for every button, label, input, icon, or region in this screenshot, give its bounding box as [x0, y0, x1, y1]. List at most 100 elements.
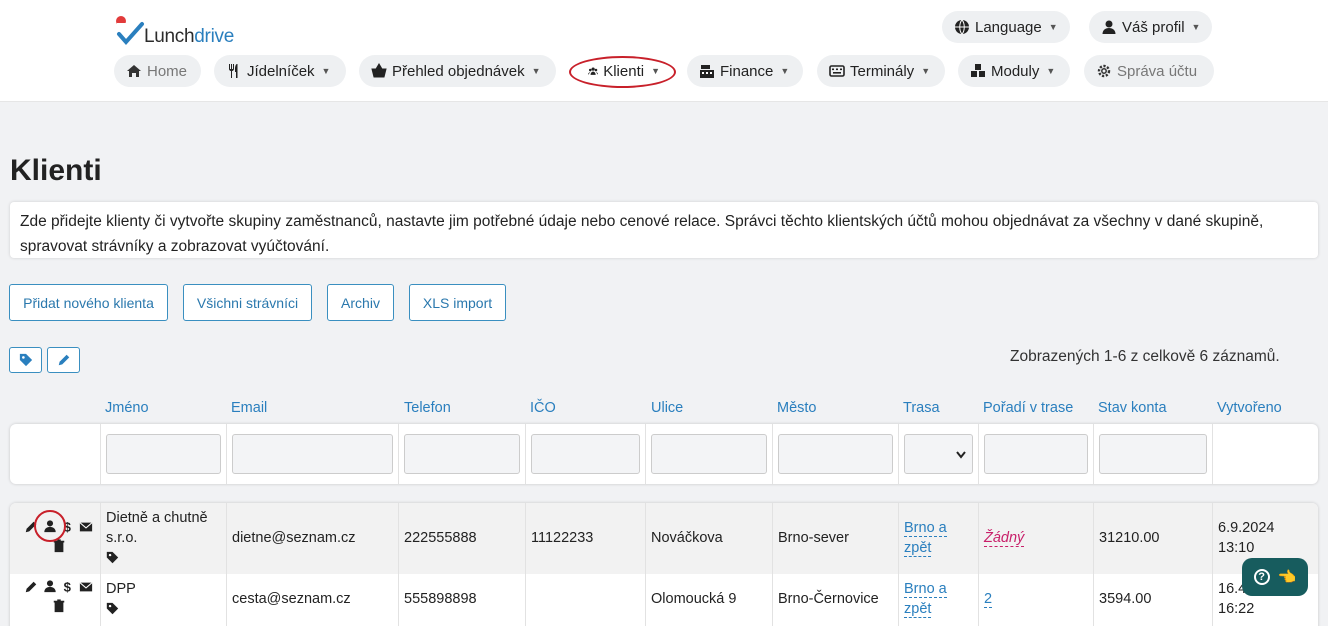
filter-phone-input[interactable]: [404, 434, 520, 474]
client-balance: 3594.00: [1099, 591, 1152, 607]
lunchdrive-logo[interactable]: Lunchdrive: [114, 14, 244, 48]
column-header-email[interactable]: Email: [231, 400, 267, 416]
column-header-phone[interactable]: Telefon: [404, 400, 451, 416]
tag-icon[interactable]: [106, 551, 119, 564]
client-city: Brno-sever: [778, 530, 849, 546]
add-client-button[interactable]: Přidat nového klienta: [9, 284, 168, 321]
column-header-route[interactable]: Trasa: [903, 400, 940, 416]
client-route-link[interactable]: Brno a zpět: [904, 518, 947, 558]
nav-modules[interactable]: Moduly ▼: [958, 55, 1070, 87]
tag-icon: [19, 353, 32, 367]
chevron-down-icon: ▼: [780, 66, 790, 76]
filter-city-input[interactable]: [778, 434, 893, 474]
edit-pencil-icon[interactable]: [24, 580, 38, 594]
question-icon: ?: [1253, 569, 1270, 585]
chevron-down-icon: ▼: [531, 66, 541, 76]
profile-dropdown[interactable]: Váš profil ▼: [1089, 11, 1213, 43]
nav-finance[interactable]: Finance ▼: [687, 55, 803, 87]
client-created: 6.9.2024 13:10: [1218, 520, 1275, 556]
column-divider: [398, 503, 399, 626]
client-phone: 222555888: [404, 530, 477, 546]
clients-table-body: $ Dietně a chutně s.r.o. dietne@seznam.cz…: [10, 503, 1318, 626]
client-route-order[interactable]: Žádný: [984, 528, 1025, 548]
column-divider: [978, 424, 979, 484]
filter-ico-input[interactable]: [531, 434, 640, 474]
column-header-street[interactable]: Ulice: [651, 400, 683, 416]
help-widget-button[interactable]: ? 👈: [1242, 558, 1308, 596]
svg-text:$: $: [64, 579, 72, 593]
column-header-city[interactable]: Město: [777, 400, 817, 416]
client-street: Olomoucká 9: [651, 591, 737, 607]
column-divider: [898, 503, 899, 626]
logo-text-drive: drive: [194, 26, 234, 47]
tag-filter-button[interactable]: [9, 347, 42, 373]
column-divider: [525, 503, 526, 626]
page-title: Klienti: [10, 154, 102, 187]
envelope-icon[interactable]: [79, 580, 93, 594]
keyboard-icon: [829, 65, 845, 77]
client-phone: 555898898: [404, 591, 477, 607]
filter-name-input[interactable]: [106, 434, 221, 474]
client-name: DPP: [106, 581, 136, 597]
client-city: Brno-Černovice: [778, 591, 879, 607]
nav-account-label: Správa účtu: [1117, 62, 1198, 80]
pencil-icon: [58, 354, 69, 366]
nav-home-label: Home: [147, 62, 188, 80]
bulk-edit-button[interactable]: [47, 347, 80, 373]
cutlery-icon: [229, 64, 238, 78]
chevron-down-icon: ▼: [1046, 66, 1056, 76]
filter-email-input[interactable]: [232, 434, 393, 474]
xls-import-button[interactable]: XLS import: [409, 284, 506, 321]
language-dropdown[interactable]: Language ▼: [942, 11, 1070, 43]
column-divider: [100, 503, 101, 626]
top-navigation-bar: Lunchdrive Language ▼ Váš profil ▼ Home Jí…: [0, 0, 1328, 102]
nav-terminals[interactable]: Terminály ▼: [817, 55, 945, 87]
filter-row: [10, 424, 1318, 484]
nav-account[interactable]: Správa účtu: [1084, 55, 1214, 87]
filter-street-input[interactable]: [651, 434, 767, 474]
column-divider: [1093, 424, 1094, 484]
nav-menu[interactable]: Jídelníček ▼: [214, 55, 346, 87]
column-divider: [772, 424, 773, 484]
column-divider: [772, 503, 773, 626]
basket-icon: [371, 63, 387, 78]
client-route-order[interactable]: 2: [984, 589, 993, 609]
column-header-ico[interactable]: IČO: [530, 400, 556, 416]
column-header-balance[interactable]: Stav konta: [1098, 400, 1167, 416]
envelope-icon[interactable]: [79, 520, 93, 534]
cubes-icon: [971, 64, 985, 77]
pointing-hand-icon: 👈: [1277, 569, 1297, 586]
home-icon: [127, 65, 141, 77]
chevron-down-icon: ▼: [321, 66, 331, 76]
client-balance: 31210.00: [1099, 530, 1160, 546]
column-header-name[interactable]: Jméno: [105, 400, 149, 416]
client-route-link[interactable]: Brno a zpět: [904, 579, 947, 619]
nav-home[interactable]: Home: [114, 55, 201, 87]
nav-orders[interactable]: Přehled objednávek ▼: [359, 55, 556, 87]
column-divider: [398, 424, 399, 484]
chevron-down-icon: ▼: [1048, 22, 1058, 32]
all-diners-button[interactable]: Všichni strávníci: [183, 284, 312, 321]
client-street: Nováčkova: [651, 530, 723, 546]
dollar-icon[interactable]: $: [61, 579, 75, 593]
archive-button[interactable]: Archiv: [327, 284, 394, 321]
filter-route-order-input[interactable]: [984, 434, 1088, 474]
filter-balance-input[interactable]: [1099, 434, 1207, 474]
user-login-icon[interactable]: [43, 579, 57, 593]
column-divider: [898, 424, 899, 484]
page-description: Zde přidejte klienty či vytvořte skupiny…: [10, 202, 1318, 258]
column-divider: [226, 503, 227, 626]
column-header-route-order[interactable]: Pořadí v trase: [983, 400, 1073, 416]
column-divider: [1212, 424, 1213, 484]
client-name: Dietně a chutně s.r.o.: [106, 510, 208, 546]
nav-terminals-label: Terminály: [850, 62, 915, 80]
logo-check-icon: [116, 16, 144, 46]
tag-icon[interactable]: [106, 602, 119, 615]
cash-register-icon: [700, 65, 714, 78]
filter-route-select[interactable]: [904, 434, 973, 474]
column-header-created[interactable]: Vytvořeno: [1217, 400, 1282, 416]
trash-icon[interactable]: [52, 599, 66, 613]
user-login-highlight-annotation: [34, 510, 66, 542]
nav-modules-label: Moduly: [991, 62, 1040, 80]
nav-finance-label: Finance: [720, 62, 774, 80]
